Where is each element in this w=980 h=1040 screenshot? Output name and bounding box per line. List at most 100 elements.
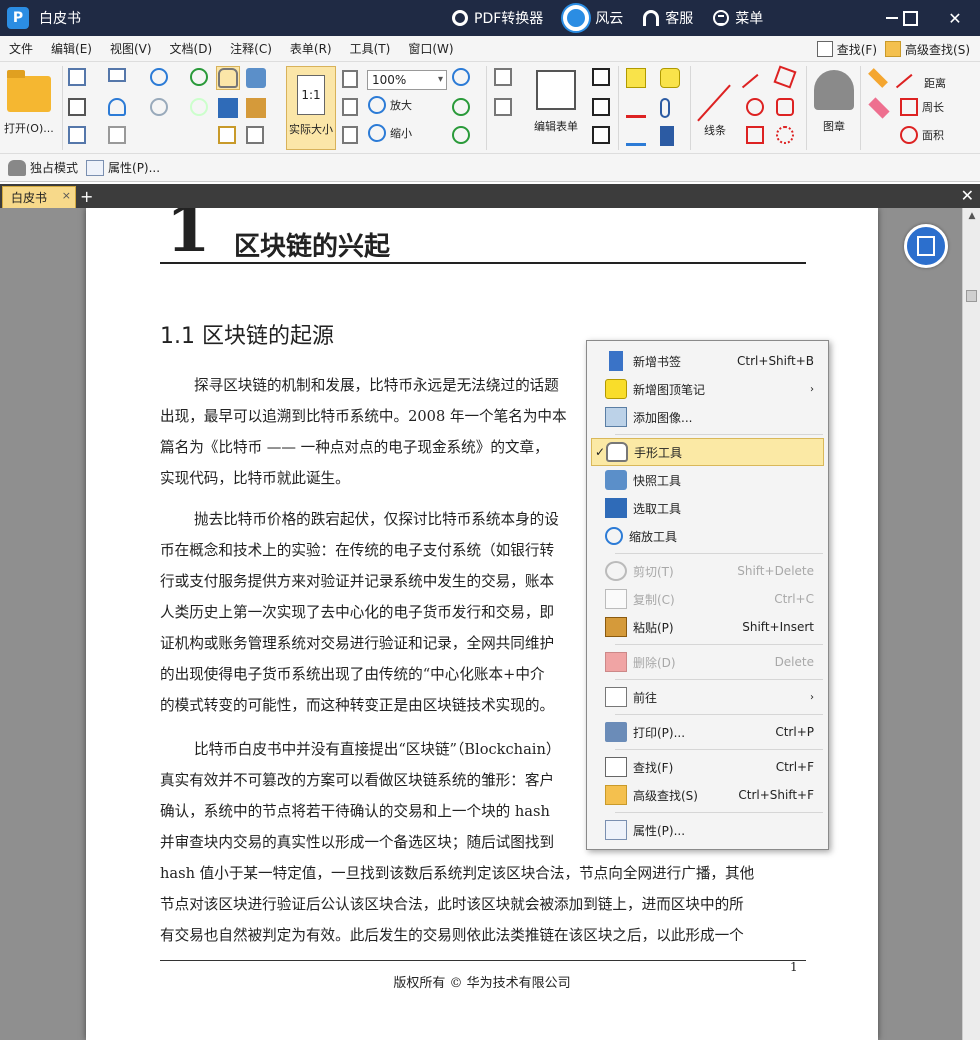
ctx-select-tool[interactable]: 选取工具 xyxy=(591,494,824,522)
note-icon xyxy=(605,379,627,399)
undo-button[interactable] xyxy=(150,68,168,86)
zoom-tool-button[interactable] xyxy=(452,68,470,86)
email-button[interactable] xyxy=(108,68,126,82)
ctx-paste[interactable]: 粘贴(P) Shift+Insert xyxy=(591,613,824,641)
text-box-button[interactable] xyxy=(592,68,610,86)
close-all-tabs-button[interactable]: ✕ xyxy=(961,186,974,205)
properties-button[interactable]: 属性(P)... xyxy=(86,159,160,176)
open-button[interactable]: 打开(O)... xyxy=(4,70,54,136)
distance-button[interactable]: 距离 xyxy=(895,68,946,103)
fit-visible-button[interactable] xyxy=(342,126,358,144)
print-button[interactable] xyxy=(68,98,86,116)
menu-file[interactable]: 文件 xyxy=(0,40,42,57)
menu-tools[interactable]: 工具(T) xyxy=(341,40,400,57)
forward-button[interactable] xyxy=(190,98,208,116)
advanced-find-button[interactable]: 高级查找(S) xyxy=(885,41,970,58)
hand-tool-button[interactable] xyxy=(216,66,240,90)
fengyun-button[interactable]: 风云 xyxy=(563,5,623,31)
add-field-button[interactable] xyxy=(494,98,512,116)
zoom-out-button[interactable]: 缩小 xyxy=(368,124,412,142)
ctx-add-bookmark[interactable]: 新增书签 Ctrl+Shift+B xyxy=(591,347,824,375)
ctx-print[interactable]: 打印(P)... Ctrl+P xyxy=(591,718,824,746)
maximize-button[interactable] xyxy=(893,0,927,36)
sound-button[interactable] xyxy=(660,126,674,146)
polyline-button[interactable] xyxy=(773,65,797,89)
new-tab-button[interactable]: + xyxy=(80,186,93,208)
cloud-shape-button[interactable] xyxy=(776,126,794,144)
menu-comment[interactable]: 注释(C) xyxy=(221,40,281,57)
vertical-scrollbar[interactable]: ▲ xyxy=(962,208,980,1040)
export-button[interactable] xyxy=(68,126,86,144)
menu-edit[interactable]: 编辑(E) xyxy=(42,40,101,57)
typewriter-button[interactable] xyxy=(592,126,610,144)
polygon-button[interactable] xyxy=(776,98,794,116)
edit-form-button[interactable]: 编辑表单 xyxy=(534,70,578,134)
note-button[interactable] xyxy=(660,68,680,88)
menu-document[interactable]: 文档(D) xyxy=(161,40,222,57)
rotate-right-button[interactable] xyxy=(452,126,470,144)
underline-button[interactable] xyxy=(626,126,646,146)
ctx-goto[interactable]: 前往 › xyxy=(591,683,824,711)
ctx-find[interactable]: 查找(F) Ctrl+F xyxy=(591,753,824,781)
area-button[interactable]: 面积 xyxy=(900,126,944,144)
add-text-field-button[interactable] xyxy=(494,68,512,86)
ctx-copy[interactable]: 复制(C) Ctrl+C xyxy=(591,585,824,613)
pdf-converter-button[interactable]: PDF转换器 xyxy=(452,8,543,28)
save-button[interactable] xyxy=(68,68,86,86)
fit-page-button[interactable] xyxy=(342,70,358,88)
find-button[interactable]: 查找(F) xyxy=(816,41,877,58)
fit-width-button[interactable] xyxy=(342,98,358,116)
pencil-button[interactable] xyxy=(868,68,888,88)
arrow-right-icon xyxy=(190,98,208,116)
lines-button[interactable]: 线条 xyxy=(704,122,726,138)
rotate-left-button[interactable] xyxy=(452,98,470,116)
tab-close-icon[interactable]: × xyxy=(62,189,71,202)
menu-window[interactable]: 窗口(W) xyxy=(399,40,462,57)
stamp-button[interactable]: 图章 xyxy=(814,70,854,134)
ctx-advanced-find[interactable]: 高级查找(S) Ctrl+Shift+F xyxy=(591,781,824,809)
floating-action-icon[interactable] xyxy=(904,224,948,268)
callout-button[interactable] xyxy=(592,98,610,116)
back-button[interactable] xyxy=(190,68,208,86)
ctx-snapshot-tool[interactable]: 快照工具 xyxy=(591,466,824,494)
menu-form[interactable]: 表单(R) xyxy=(281,40,341,57)
tab-baipishu[interactable]: 白皮书 × xyxy=(2,186,76,208)
strikeout-button[interactable] xyxy=(626,98,646,118)
ctx-add-note[interactable]: 新增图顶笔记 › xyxy=(591,375,824,403)
ctx-hand-tool[interactable]: ✓ 手形工具 xyxy=(591,438,824,466)
snapshot-button[interactable] xyxy=(246,68,266,88)
attach-button[interactable] xyxy=(660,98,670,118)
paste-button[interactable] xyxy=(246,98,266,118)
ellipse-button[interactable] xyxy=(746,98,764,116)
perimeter-button[interactable]: 周长 xyxy=(900,98,944,116)
ctx-zoom-tool[interactable]: 缩放工具 xyxy=(591,522,824,550)
zoom-in-button[interactable]: 放大 xyxy=(368,96,412,114)
main-menu-button[interactable]: 菜单 xyxy=(713,8,763,28)
menu-view[interactable]: 视图(V) xyxy=(101,40,161,57)
cloud-button[interactable] xyxy=(108,98,126,116)
scroll-up-icon[interactable]: ▲ xyxy=(963,208,980,224)
page-button[interactable] xyxy=(246,126,264,144)
ctx-add-image[interactable]: 添加图像... xyxy=(591,403,824,431)
new-document-button[interactable] xyxy=(108,126,126,144)
close-window-button[interactable]: ✕ xyxy=(938,0,972,36)
ctx-delete[interactable]: 删除(D) Delete xyxy=(591,648,824,676)
select-text-button[interactable] xyxy=(218,98,238,118)
actual-size-button[interactable]: 1:1 实际大小 xyxy=(286,66,336,150)
ctx-cut[interactable]: 剪切(T) Shift+Delete xyxy=(591,557,824,585)
zoom-select[interactable]: 100% xyxy=(367,70,447,90)
highlight-button[interactable] xyxy=(626,68,646,88)
eraser-button[interactable] xyxy=(868,97,890,119)
arrow-button[interactable] xyxy=(741,68,771,103)
redo-button[interactable] xyxy=(150,98,168,116)
chapter-title: 区块链的兴起 xyxy=(234,232,391,262)
crop-button[interactable] xyxy=(218,126,236,144)
ctx-label: 删除(D) xyxy=(633,655,676,670)
ctx-properties[interactable]: 属性(P)... xyxy=(591,816,824,844)
exclusive-mode-button[interactable]: 独占模式 xyxy=(8,159,78,176)
camera-icon xyxy=(246,68,266,88)
rectangle-button[interactable] xyxy=(746,126,764,144)
scroll-thumb[interactable] xyxy=(966,290,977,302)
page-footer: 版权所有 © 华为技术有限公司 xyxy=(393,976,571,991)
customer-service-button[interactable]: 客服 xyxy=(643,8,693,28)
